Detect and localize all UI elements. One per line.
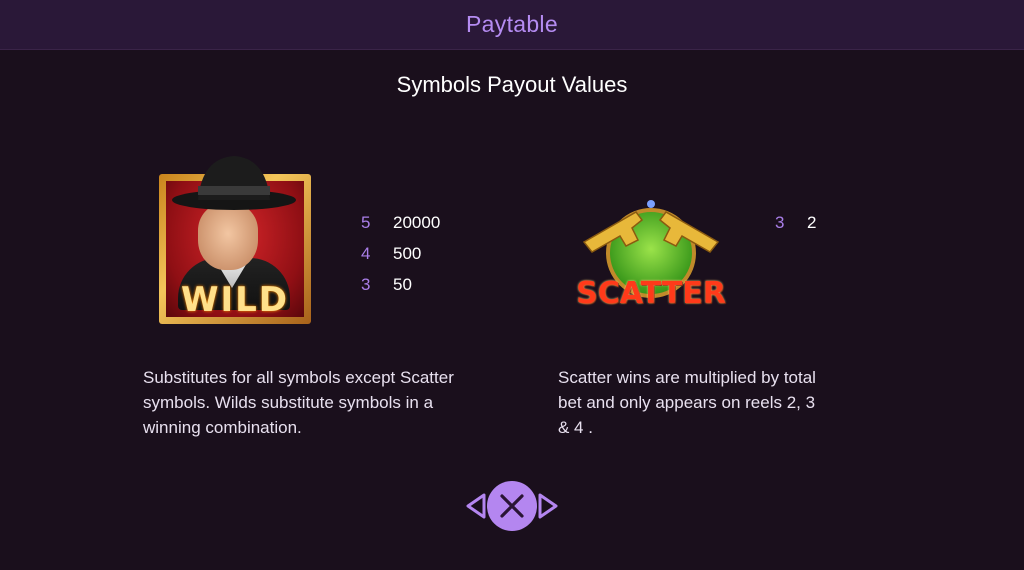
chevron-right-icon <box>538 493 558 519</box>
scatter-symbol-label: SCATTER <box>576 276 726 311</box>
close-button[interactable] <box>487 481 537 531</box>
payout-value: 20000 <box>393 212 441 232</box>
payout-count: 5 <box>361 212 371 232</box>
section-title: Symbols Payout Values <box>396 72 628 97</box>
payout-count: 3 <box>775 212 785 232</box>
fedora-hat-icon <box>172 156 296 210</box>
paytable-header: Paytable <box>0 0 1024 50</box>
scatter-symbol: SCATTER <box>576 190 726 320</box>
payout-row: 3 2 <box>775 207 816 238</box>
payout-row: 5 20000 <box>361 207 440 238</box>
payout-row: 3 50 <box>361 269 440 300</box>
payout-value: 50 <box>393 274 412 294</box>
wild-description: Substitutes for all symbols except Scatt… <box>143 368 454 437</box>
chevron-left-icon <box>466 493 486 519</box>
paytable-navigation <box>464 481 560 531</box>
payout-row: 4 500 <box>361 238 440 269</box>
scatter-description: Scatter wins are multiplied by total bet… <box>558 368 816 437</box>
crossed-pistols-icon <box>582 200 720 253</box>
payout-count: 3 <box>361 274 371 294</box>
payout-value: 2 <box>807 212 817 232</box>
payout-value: 500 <box>393 243 422 263</box>
payout-count: 4 <box>361 243 371 263</box>
close-icon <box>500 494 524 518</box>
wild-symbol: WILD <box>158 150 312 326</box>
wild-symbol-label: WILD <box>180 280 290 320</box>
previous-page-button[interactable] <box>464 492 486 520</box>
wild-payout-list: 5 20000 4 500 3 50 <box>361 207 440 300</box>
scatter-payout-list: 3 2 <box>775 207 816 238</box>
next-page-button[interactable] <box>538 492 560 520</box>
page-title: Paytable <box>466 11 558 37</box>
